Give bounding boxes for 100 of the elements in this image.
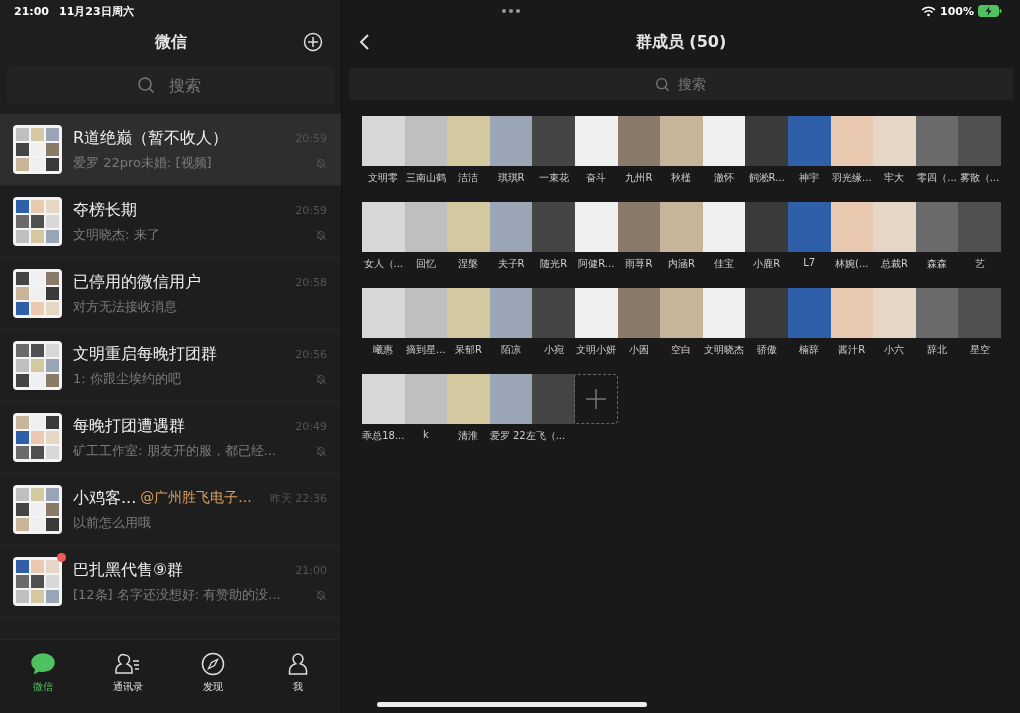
member-name: 陌凉 bbox=[501, 343, 522, 357]
battery-charging-icon bbox=[978, 5, 1002, 17]
member-name: 奋斗 bbox=[586, 171, 607, 185]
battery-percent: 100% bbox=[940, 4, 974, 18]
member-name: 内涵R bbox=[667, 257, 695, 271]
member-name: 九州R bbox=[625, 171, 653, 185]
member-name: 阿健R... bbox=[578, 257, 615, 271]
photo-placeholder[interactable] bbox=[830, 116, 874, 166]
member-name: 秋槿 bbox=[671, 171, 692, 185]
chat-name: 已停用的微信用户 bbox=[73, 271, 201, 293]
photo-placeholder[interactable] bbox=[830, 202, 874, 252]
photo-placeholder[interactable] bbox=[915, 116, 959, 166]
member-name: 艺 bbox=[974, 257, 985, 271]
message-preview: 文明晓杰: 来了 bbox=[73, 225, 160, 244]
add-icon[interactable] bbox=[303, 32, 323, 52]
chat-name: 巴扎黑代售⑨群 bbox=[73, 559, 184, 581]
chat-bubble-icon bbox=[29, 651, 56, 676]
chat-name: 夺榜长期 bbox=[73, 199, 137, 221]
contacts-icon bbox=[113, 651, 142, 676]
member-name: 牢大 bbox=[884, 171, 905, 185]
search-icon bbox=[655, 77, 670, 92]
member-name: 零四（... bbox=[917, 171, 957, 185]
photo-placeholder[interactable] bbox=[702, 288, 746, 338]
member-name: 林婉(... bbox=[835, 257, 869, 271]
member-name: 琪琪R bbox=[497, 171, 525, 185]
tab[interactable]: 我 bbox=[255, 640, 341, 705]
photo-placeholder[interactable] bbox=[489, 202, 533, 252]
photo-placeholder[interactable] bbox=[702, 116, 746, 166]
member-name: 涅槃 bbox=[458, 257, 479, 271]
page-title: 群成员 (50) bbox=[635, 31, 727, 53]
message-preview: 对方无法接收消息 bbox=[73, 297, 177, 316]
multitask-dots[interactable] bbox=[502, 9, 520, 13]
member-name: 星空 bbox=[969, 343, 990, 357]
member-name: 洁洁 bbox=[458, 171, 479, 185]
member-name: 辞北 bbox=[927, 343, 947, 357]
message-preview: 矿工工作室: 朋友开的服，都已经... bbox=[73, 441, 276, 460]
app-title: 微信 bbox=[154, 31, 187, 53]
member-name: 呆郁R bbox=[455, 343, 482, 357]
status-date: 11月23日周六 bbox=[59, 3, 134, 19]
plus-icon bbox=[585, 388, 608, 410]
photo-placeholder[interactable] bbox=[574, 288, 618, 338]
member-name: 夫子R bbox=[497, 257, 525, 271]
search-field[interactable]: 搜索 bbox=[7, 66, 334, 104]
member-name: 澈怀 bbox=[714, 171, 735, 185]
member-name: 小鹿R bbox=[753, 257, 781, 271]
add-member-button[interactable] bbox=[574, 374, 619, 424]
photo-placeholder[interactable] bbox=[702, 202, 746, 252]
photo-placeholder[interactable] bbox=[489, 116, 533, 166]
member-name: 雾散（... bbox=[959, 171, 1000, 185]
member-name: L7 bbox=[803, 257, 816, 268]
group-avatar bbox=[13, 197, 62, 246]
member-name: 文明零 bbox=[368, 171, 399, 185]
photo-placeholder[interactable] bbox=[915, 288, 959, 338]
message-preview: [12条] 名字还没想好: 有赞助的没... bbox=[73, 585, 281, 604]
member-name: 摘到星... bbox=[406, 343, 446, 357]
member-name: k bbox=[423, 429, 429, 440]
search-icon bbox=[136, 76, 155, 94]
member-name: 总裁R bbox=[880, 257, 908, 271]
member-name: 楠辞 bbox=[799, 343, 820, 357]
message-preview: 1: 你跟尘埃约的吧 bbox=[73, 369, 181, 388]
member-name: 乖总18... bbox=[362, 429, 405, 443]
message-preview: 爱罗 22pro未婚: [视频] bbox=[73, 153, 212, 172]
group-avatar bbox=[13, 341, 62, 390]
photo-placeholder[interactable] bbox=[489, 288, 533, 338]
tab[interactable]: 发现 bbox=[170, 640, 256, 705]
photo-placeholder[interactable] bbox=[915, 202, 959, 252]
member-name: 文明晓杰 bbox=[704, 343, 745, 357]
member-name: 酱汁R bbox=[838, 343, 866, 357]
photo-placeholder[interactable] bbox=[489, 374, 533, 424]
group-avatar bbox=[13, 485, 62, 534]
member-name: 随光R bbox=[540, 257, 568, 271]
member-name: 文明小妍 bbox=[576, 343, 617, 357]
mention-text: @广州胜飞电子... bbox=[140, 489, 252, 507]
member-name: 羽光缘... bbox=[832, 171, 872, 185]
compass-icon bbox=[201, 651, 226, 676]
tab[interactable]: 微信 bbox=[0, 640, 86, 705]
group-avatar bbox=[13, 269, 62, 318]
group-avatar bbox=[13, 557, 62, 606]
message-preview: 以前怎么用哦 bbox=[73, 513, 151, 532]
member-name: 佳宝 bbox=[714, 257, 735, 271]
chat-name: R道绝巅（暂不收人） bbox=[73, 127, 229, 149]
photo-placeholder[interactable] bbox=[830, 288, 874, 338]
member-name: 雨荨R bbox=[625, 257, 653, 271]
member-name: 爱罗 22左飞（... bbox=[489, 429, 566, 443]
member-name: 三南山鹤 bbox=[405, 171, 446, 185]
status-time: 21:00 bbox=[14, 4, 49, 18]
member-name: 小囷 bbox=[628, 343, 649, 357]
back-icon[interactable] bbox=[358, 33, 370, 51]
member-name: 神宇 bbox=[799, 171, 820, 185]
photo-placeholder[interactable] bbox=[574, 116, 618, 166]
member-name: 清淮 bbox=[458, 429, 479, 443]
member-name: 骄傲 bbox=[756, 343, 777, 357]
member-name: 曦惠 bbox=[373, 343, 394, 357]
member-name: 森森 bbox=[927, 257, 947, 271]
member-name: 回忆 bbox=[415, 257, 436, 271]
tab[interactable]: 通讯录 bbox=[85, 640, 171, 705]
photo-placeholder[interactable] bbox=[574, 202, 618, 252]
chat-name: 每晚打团遭遇群 bbox=[73, 415, 185, 437]
member-name: 一束花 bbox=[538, 171, 569, 185]
chat-name: 文明重启每晚打团群 bbox=[73, 343, 217, 365]
